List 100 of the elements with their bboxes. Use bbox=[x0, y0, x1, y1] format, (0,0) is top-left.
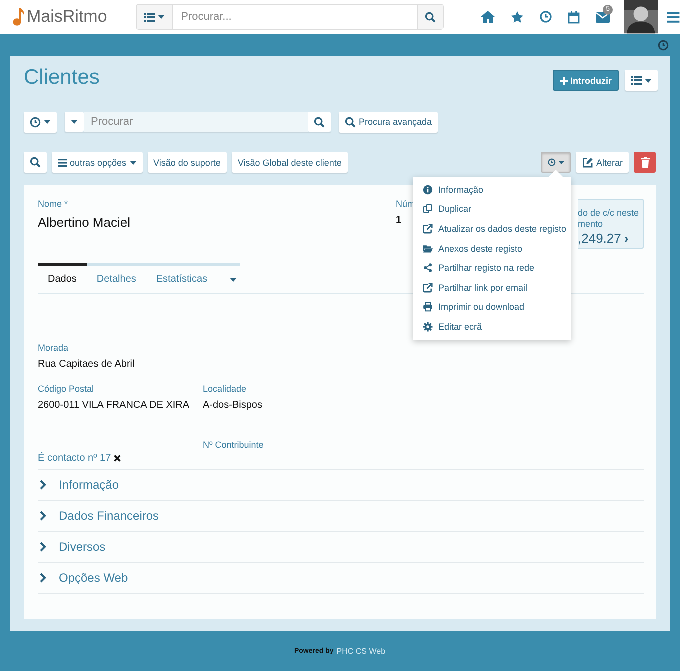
field-value: 1 bbox=[396, 215, 403, 226]
clock-icon bbox=[30, 116, 41, 128]
search-field[interactable]: Procurar bbox=[84, 112, 308, 132]
menu-item[interactable]: Partilhar registo na rede bbox=[413, 258, 572, 278]
advanced-search-button[interactable]: Procura avançada bbox=[339, 112, 438, 132]
menu-item-label: Editar ecrã bbox=[438, 322, 482, 332]
settings-icon bbox=[423, 322, 434, 332]
view-dropdown-button[interactable] bbox=[625, 70, 658, 91]
edit-button[interactable]: Alterar bbox=[576, 152, 629, 173]
plus-icon bbox=[560, 76, 568, 84]
music-note-icon bbox=[13, 7, 25, 27]
section-header[interactable]: Opções Web bbox=[38, 563, 644, 594]
avatar[interactable] bbox=[624, 0, 658, 34]
caret-icon bbox=[44, 120, 51, 124]
copy-icon bbox=[423, 204, 434, 214]
caret-icon bbox=[559, 160, 564, 164]
menu-item-label: Partilhar link por email bbox=[438, 282, 528, 293]
list-icon bbox=[58, 158, 67, 166]
caret-icon bbox=[230, 278, 237, 282]
tab[interactable]: Dados bbox=[38, 263, 87, 293]
search-icon bbox=[314, 116, 325, 128]
toolbar-button[interactable]: Visão Global deste cliente bbox=[232, 152, 348, 173]
balance-label: mento bbox=[578, 219, 604, 230]
list-dropdown-button[interactable] bbox=[137, 5, 174, 29]
section-header[interactable]: Informação bbox=[38, 470, 644, 501]
close-icon[interactable] bbox=[114, 455, 122, 462]
caret-icon bbox=[158, 15, 166, 19]
menu-item[interactable]: Partilhar link por email bbox=[413, 278, 572, 298]
menu-item[interactable]: Atualizar os dados deste registo bbox=[413, 219, 572, 239]
list-icon bbox=[631, 76, 642, 85]
caret-icon bbox=[645, 78, 652, 82]
menu-item-label: Atualizar os dados deste registo bbox=[438, 224, 567, 234]
section-header[interactable]: Diversos bbox=[38, 532, 644, 563]
printer-icon bbox=[423, 302, 434, 312]
customer-name: Albertino Maciel bbox=[38, 215, 132, 230]
calendar-icon[interactable] bbox=[568, 10, 580, 24]
field-label: Nº Contribuinte bbox=[203, 440, 265, 450]
menu-item[interactable]: Editar ecrã bbox=[413, 317, 572, 337]
chevron-icon bbox=[40, 511, 47, 521]
search-icon bbox=[345, 116, 356, 128]
search-button[interactable] bbox=[417, 5, 444, 29]
field-value: Rua Capitaes de Abril bbox=[38, 359, 135, 370]
search-button[interactable] bbox=[308, 112, 331, 132]
star-icon[interactable] bbox=[511, 10, 524, 24]
clock-icon bbox=[658, 40, 669, 50]
section-title: Opções Web bbox=[59, 571, 128, 585]
export-icon bbox=[423, 282, 434, 293]
page-title: Clientes bbox=[24, 66, 100, 90]
history-dropdown-button[interactable] bbox=[24, 112, 57, 132]
field-label: Código Postal bbox=[38, 384, 96, 394]
actions-dropdown-button[interactable] bbox=[541, 152, 572, 173]
tab[interactable]: Detalhes bbox=[86, 263, 146, 293]
menu-item-label: Partilhar registo na rede bbox=[438, 263, 535, 274]
zoom-button[interactable] bbox=[24, 152, 47, 173]
info-icon bbox=[423, 184, 434, 195]
chevron-icon bbox=[40, 573, 47, 583]
clock-icon bbox=[548, 157, 556, 168]
field-label: Nome * bbox=[38, 199, 70, 209]
menu-item-label: Anexos deste registo bbox=[438, 244, 523, 254]
field-label: Morada bbox=[38, 343, 70, 353]
chevron-icon: › bbox=[624, 231, 629, 246]
delete-button[interactable] bbox=[634, 152, 656, 173]
brand-name[interactable]: MaisRitmo bbox=[27, 7, 108, 27]
menu-item[interactable]: Informação bbox=[413, 180, 572, 200]
new-button[interactable]: Introduzir bbox=[552, 70, 619, 91]
clock-icon[interactable] bbox=[540, 11, 552, 23]
contact-number: É contacto nº 17 bbox=[38, 453, 112, 464]
mail-icon[interactable] bbox=[596, 12, 610, 22]
chevron-icon bbox=[40, 542, 47, 552]
menu-item[interactable]: Duplicar bbox=[413, 200, 572, 220]
field-label: Localidade bbox=[203, 384, 248, 394]
search-icon bbox=[30, 157, 41, 168]
balance-label: do de c/c neste bbox=[578, 208, 640, 219]
tab[interactable]: Estatísticas bbox=[146, 263, 218, 293]
section-title: Informação bbox=[59, 478, 120, 492]
menu-item[interactable]: Anexos deste registo bbox=[413, 238, 572, 258]
folder-icon bbox=[423, 244, 434, 254]
balance-panel[interactable]: do de c/c neste mento ,249.27 › bbox=[578, 199, 644, 249]
menu-item-label: Informação bbox=[438, 184, 484, 195]
search-icon bbox=[425, 12, 436, 22]
list-icon bbox=[144, 12, 156, 22]
options-dropdown-button[interactable]: outras opções bbox=[52, 152, 143, 173]
edit-icon bbox=[582, 157, 594, 168]
field-value: 2600-011 VILA FRANCA DE XIRA bbox=[38, 400, 191, 411]
menu-item-label: Duplicar bbox=[438, 204, 472, 214]
home-icon[interactable] bbox=[481, 11, 496, 23]
section-title: Diversos bbox=[59, 540, 106, 554]
filter-dropdown-button[interactable] bbox=[65, 112, 84, 132]
section-header[interactable]: Dados Financeiros bbox=[38, 501, 644, 532]
caret-icon bbox=[71, 120, 78, 124]
search-bar[interactable]: Procurar... bbox=[136, 4, 444, 30]
section-title: Dados Financeiros bbox=[59, 509, 160, 523]
share-icon bbox=[423, 263, 434, 274]
menu-icon[interactable] bbox=[667, 12, 680, 22]
toolbar-button[interactable]: Visão do suporte bbox=[148, 152, 227, 173]
caret-icon bbox=[130, 160, 137, 164]
menu-item[interactable]: Imprimir ou download bbox=[413, 298, 572, 318]
chevron-icon bbox=[40, 480, 47, 490]
menu-item-label: Imprimir ou download bbox=[438, 302, 525, 312]
field-value: A-dos-Bispos bbox=[203, 400, 264, 411]
